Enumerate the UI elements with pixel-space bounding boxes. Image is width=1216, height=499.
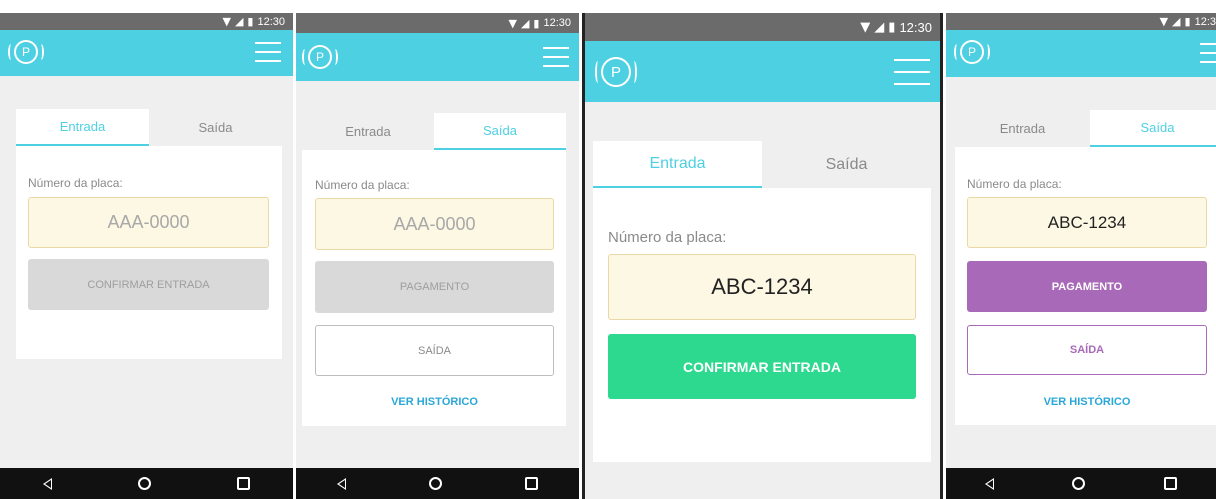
signal-icon: ◢: [234, 15, 244, 28]
plate-input[interactable]: ABC-1234: [967, 197, 1207, 248]
app-bar: P: [0, 30, 293, 76]
android-nav-bar: [0, 468, 293, 499]
home-icon[interactable]: [428, 477, 442, 490]
status-bar: ▼ ◢ ▮ 12:3: [946, 13, 1216, 30]
ver-historico-link[interactable]: VER HISTÓRICO: [315, 396, 554, 408]
recent-apps-icon[interactable]: [524, 477, 538, 490]
parking-logo: P: [8, 40, 44, 64]
pagamento-button[interactable]: PAGAMENTO: [315, 261, 554, 313]
back-icon[interactable]: [43, 477, 52, 490]
back-icon[interactable]: [337, 477, 347, 490]
android-nav-bar: [296, 468, 579, 499]
recent-apps-icon[interactable]: [1163, 477, 1177, 490]
wifi-icon: ▼: [222, 15, 231, 28]
screen-entrada-empty: ▼ ◢ ▮ 12:30 P Entrada Saída Número da pl…: [0, 13, 293, 499]
tab-saida[interactable]: Saída: [434, 113, 566, 150]
screen-saida-filled: ▼ ◢ ▮ 12:3 P Entrada Saída Número da pla…: [946, 13, 1216, 499]
parking-logo: P: [954, 40, 990, 64]
tab-entrada[interactable]: Entrada: [955, 110, 1090, 147]
plate-label: Número da placa:: [315, 178, 410, 192]
plate-label: Número da placa:: [28, 176, 123, 190]
home-icon[interactable]: [1072, 477, 1086, 490]
wifi-icon: ▼: [1159, 15, 1169, 28]
recent-apps-icon[interactable]: [237, 477, 250, 490]
wifi-icon: ▼: [860, 19, 871, 35]
home-icon[interactable]: [138, 477, 151, 490]
screen-entrada-filled: ▼ ◢ ▮ 12:30 P Entrada Saída Número da pl…: [582, 13, 943, 499]
hamburger-menu-icon[interactable]: [543, 47, 569, 67]
app-bar: P: [946, 30, 1216, 77]
parking-logo: P: [302, 45, 338, 69]
battery-icon: ▮: [247, 15, 254, 28]
app-bar: P: [585, 41, 940, 102]
parking-logo: P: [595, 57, 637, 87]
tab-bar: Entrada Saída: [955, 110, 1216, 147]
tab-bar: Entrada Saída: [593, 141, 931, 188]
confirmar-entrada-button[interactable]: CONFIRMAR ENTRADA: [28, 259, 269, 310]
battery-icon: ▮: [1184, 15, 1191, 28]
back-icon[interactable]: [985, 477, 995, 490]
clock: 12:30: [899, 19, 932, 35]
tab-saida[interactable]: Saída: [149, 109, 282, 146]
clock: 12:30: [257, 15, 285, 28]
signal-icon: ◢: [874, 19, 885, 35]
tab-entrada[interactable]: Entrada: [16, 109, 149, 146]
clock: 12:3: [1194, 15, 1216, 28]
plate-input[interactable]: AAA-0000: [28, 197, 269, 248]
status-bar: ▼ ◢ ▮ 12:30: [585, 13, 940, 41]
android-nav-bar: [946, 468, 1216, 499]
plate-input[interactable]: AAA-0000: [315, 198, 554, 250]
tab-bar: Entrada Saída: [302, 113, 566, 150]
saida-button[interactable]: SAÍDA: [967, 325, 1207, 375]
status-bar: ▼ ◢ ▮ 12:30: [296, 13, 579, 33]
saida-button[interactable]: SAÍDA: [315, 325, 554, 376]
tab-entrada[interactable]: Entrada: [302, 113, 434, 150]
clock: 12:30: [543, 17, 571, 29]
plate-input[interactable]: ABC-1234: [608, 254, 916, 320]
signal-icon: ◢: [1172, 15, 1181, 28]
tab-saida[interactable]: Saída: [1090, 110, 1216, 147]
wifi-icon: ▼: [508, 16, 517, 30]
battery-icon: ▮: [533, 16, 540, 30]
pagamento-button[interactable]: PAGAMENTO: [967, 261, 1207, 312]
hamburger-menu-icon[interactable]: [894, 59, 930, 85]
plate-label: Número da placa:: [608, 229, 727, 246]
hamburger-menu-icon[interactable]: [1200, 43, 1216, 63]
tab-saida[interactable]: Saída: [762, 141, 931, 188]
tab-bar: Entrada Saída: [16, 109, 282, 146]
ver-historico-link[interactable]: VER HISTÓRICO: [967, 396, 1207, 408]
status-bar: ▼ ◢ ▮ 12:30: [0, 13, 293, 30]
screen-saida-empty: ▼ ◢ ▮ 12:30 P Entrada Saída Número da pl…: [296, 13, 579, 499]
hamburger-menu-icon[interactable]: [255, 42, 281, 62]
app-bar: P: [296, 33, 579, 81]
tab-entrada[interactable]: Entrada: [593, 141, 762, 188]
signal-icon: ◢: [520, 16, 530, 30]
confirmar-entrada-button[interactable]: CONFIRMAR ENTRADA: [608, 334, 916, 399]
plate-label: Número da placa:: [967, 177, 1062, 191]
battery-icon: ▮: [888, 19, 896, 35]
